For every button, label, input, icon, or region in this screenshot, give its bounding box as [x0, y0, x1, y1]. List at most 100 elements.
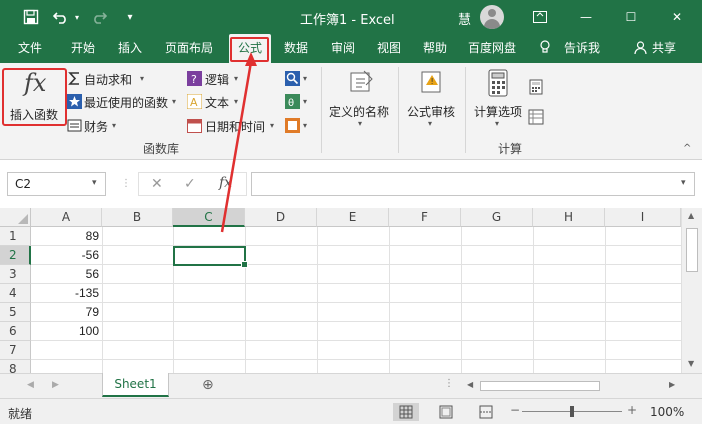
zoom-out-icon[interactable]: −: [510, 403, 520, 417]
recent-functions-button[interactable]: 最近使用的函数: [84, 94, 168, 111]
normal-view-icon[interactable]: [393, 403, 419, 421]
enter-icon[interactable]: ✓: [184, 176, 196, 192]
undo-dropdown-icon[interactable]: ▾: [72, 6, 82, 28]
cell-a3[interactable]: 56: [31, 265, 102, 284]
tab-help[interactable]: 帮助: [423, 34, 447, 63]
finance-button[interactable]: 财务: [84, 118, 108, 135]
chevron-down-icon[interactable]: ▾: [112, 121, 116, 130]
chevron-down-icon[interactable]: ▾: [234, 74, 238, 83]
tab-data[interactable]: 数据: [284, 34, 308, 63]
autosum-button[interactable]: 自动求和: [84, 71, 132, 88]
defined-names-button[interactable]: 定义的名称: [329, 103, 389, 120]
insert-function-icon[interactable]: fx: [219, 175, 232, 191]
tab-baidu-netdisk[interactable]: 百度网盘: [468, 34, 516, 63]
scroll-up-icon[interactable]: ▲: [688, 211, 694, 220]
more-functions-icon[interactable]: [285, 118, 300, 133]
column-header-c[interactable]: C: [173, 208, 245, 227]
column-header-e[interactable]: E: [317, 208, 389, 227]
worksheet-grid[interactable]: A B C D E F G H I 1 2 3 4 5 6 7 8 89 -56…: [0, 208, 702, 373]
zoom-slider-handle[interactable]: [570, 406, 574, 417]
chevron-down-icon[interactable]: ▾: [270, 121, 274, 130]
calculate-now-icon[interactable]: [528, 79, 544, 95]
chevron-down-icon[interactable]: ▾: [172, 97, 176, 106]
chevron-down-icon[interactable]: ▾: [303, 74, 307, 83]
column-header-b[interactable]: B: [102, 208, 173, 227]
chevron-down-icon[interactable]: ▾: [495, 119, 499, 128]
tell-me-search[interactable]: 告诉我: [564, 34, 600, 63]
minimize-button[interactable]: —: [573, 5, 599, 29]
chevron-down-icon[interactable]: ▾: [358, 119, 362, 128]
row-header-6[interactable]: 6: [0, 322, 31, 341]
name-box[interactable]: C2 ▾: [7, 172, 106, 196]
tab-splitter-icon[interactable]: ⋮: [444, 378, 454, 389]
row-header-5[interactable]: 5: [0, 303, 31, 322]
save-icon[interactable]: [20, 6, 42, 28]
maximize-button[interactable]: ☐: [618, 5, 644, 29]
formula-auditing-button[interactable]: 公式审核: [407, 103, 455, 120]
chevron-down-icon[interactable]: ▾: [234, 97, 238, 106]
chevron-down-icon[interactable]: ▾: [428, 119, 432, 128]
chevron-down-icon[interactable]: ▾: [140, 74, 144, 83]
cell-a6[interactable]: 100: [31, 322, 102, 341]
avatar[interactable]: [480, 5, 504, 29]
chevron-down-icon[interactable]: ▾: [303, 97, 307, 106]
tab-insert[interactable]: 插入: [118, 34, 142, 63]
formula-input[interactable]: ▾: [251, 172, 695, 196]
row-header-1[interactable]: 1: [0, 227, 31, 246]
horizontal-scrollbar[interactable]: ◀ ▶: [464, 380, 681, 392]
cell-a1[interactable]: 89: [31, 227, 102, 246]
add-sheet-icon[interactable]: ⊕: [202, 377, 214, 393]
page-layout-view-icon[interactable]: [433, 403, 459, 421]
scroll-right-icon[interactable]: ▶: [669, 380, 675, 389]
zoom-in-icon[interactable]: +: [627, 403, 637, 417]
column-header-h[interactable]: H: [533, 208, 605, 227]
select-all-button[interactable]: [0, 208, 31, 227]
column-header-g[interactable]: G: [461, 208, 533, 227]
row-header-2[interactable]: 2: [0, 246, 31, 265]
chevron-down-icon[interactable]: ▾: [92, 178, 97, 188]
sheet-tab-sheet1[interactable]: Sheet1: [102, 373, 169, 397]
scroll-left-icon[interactable]: ◀: [467, 380, 473, 389]
row-header-8[interactable]: 8: [0, 360, 31, 373]
lookup-icon[interactable]: [285, 71, 300, 86]
column-header-a[interactable]: A: [31, 208, 102, 227]
cancel-icon[interactable]: ✕: [151, 176, 163, 192]
cell-a4[interactable]: -135: [31, 284, 102, 303]
text-button[interactable]: 文本: [205, 94, 229, 111]
expand-formula-bar-icon[interactable]: ▾: [681, 178, 686, 188]
column-header-d[interactable]: D: [245, 208, 317, 227]
collapse-ribbon-icon[interactable]: ^: [683, 143, 691, 154]
column-header-i[interactable]: I: [605, 208, 681, 227]
next-sheet-icon[interactable]: ▶: [52, 380, 59, 390]
math-icon[interactable]: θ: [285, 94, 300, 109]
calculate-sheet-icon[interactable]: [528, 109, 544, 125]
formula-bar-splitter-icon[interactable]: ⋮: [121, 178, 131, 189]
tab-home[interactable]: 开始: [71, 34, 95, 63]
row-header-4[interactable]: 4: [0, 284, 31, 303]
tab-review[interactable]: 审阅: [331, 34, 355, 63]
zoom-level[interactable]: 100%: [650, 405, 684, 419]
share-button[interactable]: 共享: [652, 34, 676, 63]
column-header-f[interactable]: F: [389, 208, 461, 227]
row-header-7[interactable]: 7: [0, 341, 31, 360]
redo-icon[interactable]: [88, 6, 110, 28]
chevron-down-icon[interactable]: ▾: [303, 121, 307, 130]
customize-qat-icon[interactable]: ▾: [124, 6, 136, 28]
vertical-scrollbar[interactable]: ▲ ▼: [681, 208, 702, 373]
share-icon[interactable]: [634, 34, 647, 63]
page-break-view-icon[interactable]: [473, 403, 499, 421]
tab-page-layout[interactable]: 页面布局: [165, 34, 213, 63]
logic-button[interactable]: 逻辑: [205, 71, 229, 88]
date-time-button[interactable]: 日期和时间: [205, 118, 265, 135]
selected-cell-c2[interactable]: [173, 246, 248, 268]
calculation-options-button[interactable]: 计算选项: [474, 103, 522, 120]
scroll-down-icon[interactable]: ▼: [688, 359, 694, 368]
tab-file[interactable]: 文件: [18, 34, 42, 63]
ribbon-display-options-icon[interactable]: [527, 5, 553, 29]
row-header-3[interactable]: 3: [0, 265, 31, 284]
undo-icon[interactable]: [50, 6, 72, 28]
prev-sheet-icon[interactable]: ◀: [27, 380, 34, 390]
vertical-scroll-thumb[interactable]: [686, 228, 698, 272]
close-button[interactable]: ✕: [664, 5, 690, 29]
horizontal-scroll-thumb[interactable]: [480, 381, 600, 391]
